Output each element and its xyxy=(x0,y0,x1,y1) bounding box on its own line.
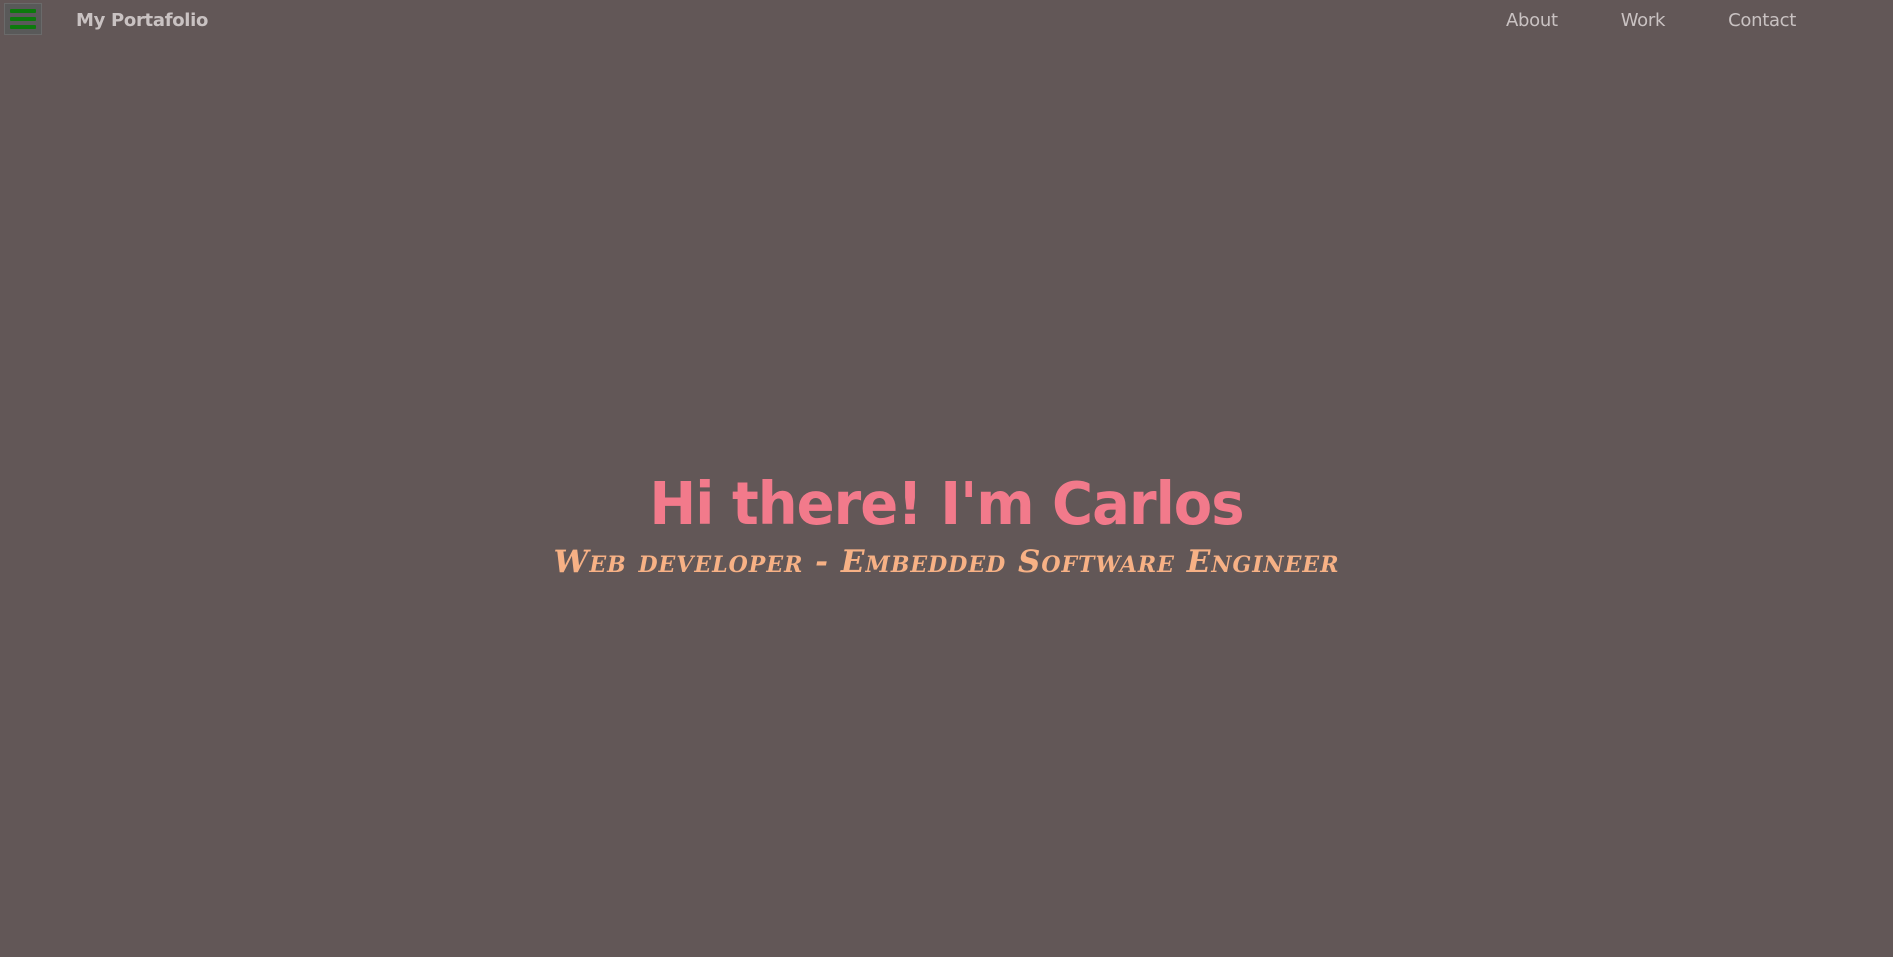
brand-link[interactable]: My Portafolio xyxy=(76,10,208,31)
nav-link-contact[interactable]: Contact xyxy=(1728,10,1796,31)
nav-links: About Work Contact xyxy=(1506,10,1796,31)
hamburger-menu-button[interactable] xyxy=(4,3,42,35)
hero-section: Hi there! I'm Carlos Web developer - Emb… xyxy=(0,470,1893,584)
nav-link-about[interactable]: About xyxy=(1506,10,1558,31)
menu-icon-bar xyxy=(10,17,36,21)
hero-title: Hi there! I'm Carlos xyxy=(649,470,1244,539)
nav-link-work[interactable]: Work xyxy=(1621,10,1666,31)
navbar: My Portafolio About Work Contact xyxy=(0,0,1893,44)
menu-icon-bar xyxy=(10,9,36,13)
menu-icon-bar xyxy=(10,25,36,29)
hero-subtitle: Web developer - Embedded Software Engine… xyxy=(553,544,1340,580)
